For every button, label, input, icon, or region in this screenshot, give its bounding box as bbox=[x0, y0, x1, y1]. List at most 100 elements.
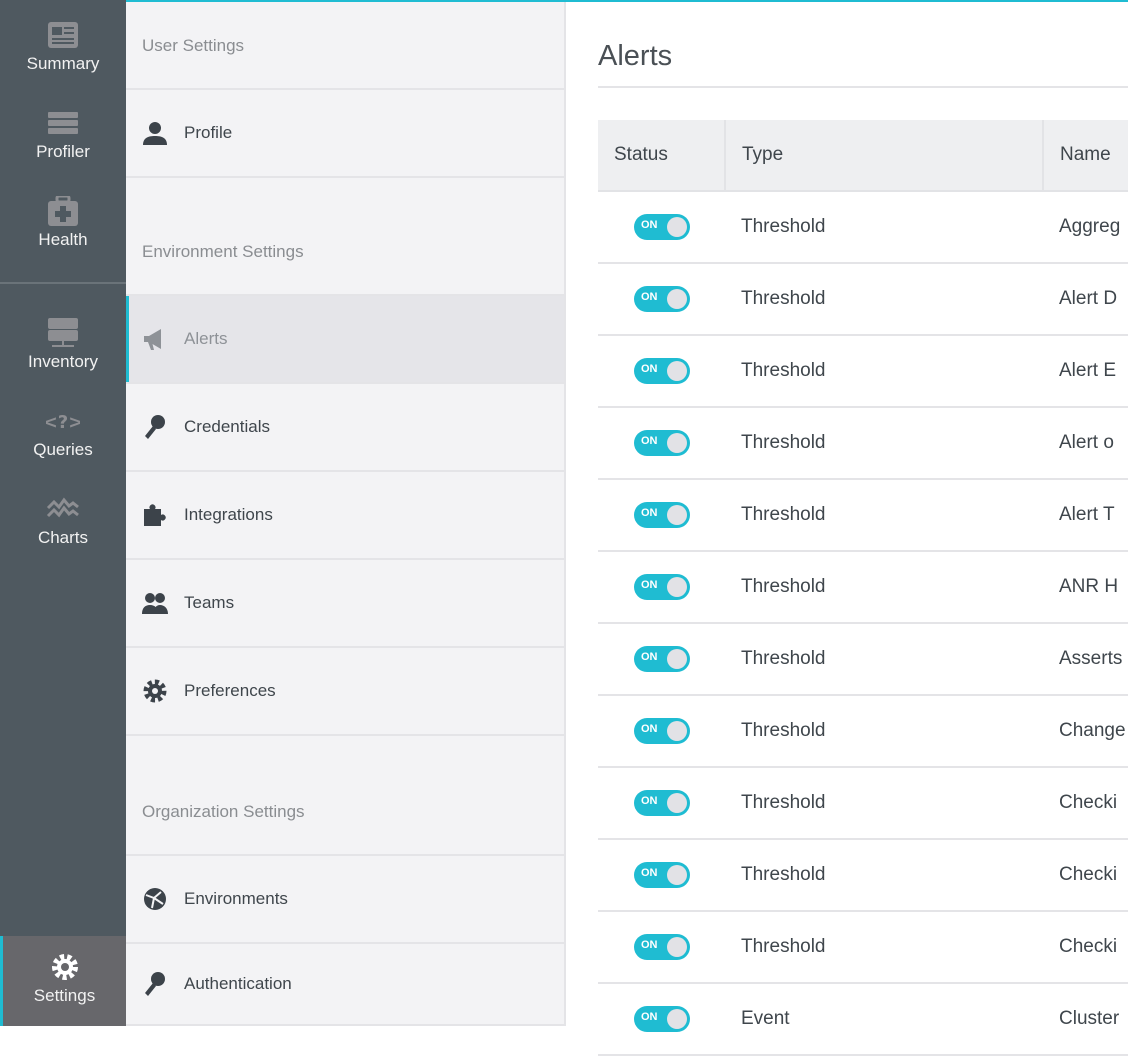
status-toggle[interactable]: ON bbox=[634, 646, 690, 672]
menu-item-environments[interactable]: Environments bbox=[126, 856, 564, 944]
menu-item-profile[interactable]: Profile bbox=[126, 90, 564, 178]
status-toggle[interactable]: ON bbox=[634, 430, 690, 456]
table-row[interactable]: ON Threshold Alert o bbox=[598, 407, 1128, 480]
status-toggle[interactable]: ON bbox=[634, 502, 690, 528]
menu-item-authentication[interactable]: Authentication bbox=[126, 944, 564, 1026]
name-cell[interactable]: Alert E bbox=[1043, 335, 1128, 408]
table-row[interactable]: ON Threshold Aggreg bbox=[598, 191, 1128, 264]
key-icon bbox=[145, 415, 165, 439]
menu-item-integrations[interactable]: Integrations bbox=[126, 472, 564, 560]
table-row[interactable]: ON Event Cluster bbox=[598, 983, 1128, 1056]
name-cell[interactable]: Aggreg bbox=[1043, 191, 1128, 264]
toggle-knob bbox=[667, 721, 687, 741]
gear-icon bbox=[143, 679, 167, 703]
status-toggle[interactable]: ON bbox=[634, 934, 690, 960]
name-cell[interactable]: Alert o bbox=[1043, 407, 1128, 480]
status-toggle[interactable]: ON bbox=[634, 214, 690, 240]
column-header-name[interactable]: Name bbox=[1043, 120, 1128, 192]
toggle-knob bbox=[667, 865, 687, 885]
type-cell: Threshold bbox=[725, 335, 1043, 408]
name-cell[interactable]: Checki bbox=[1043, 767, 1128, 840]
toggle-label: ON bbox=[641, 579, 658, 591]
toggle-label: ON bbox=[641, 507, 658, 519]
section-organization-settings: Organization Settings bbox=[126, 736, 564, 856]
menu-item-credentials[interactable]: Credentials bbox=[126, 384, 564, 472]
menu-label: Credentials bbox=[184, 417, 270, 436]
menu-label: Profile bbox=[184, 123, 233, 142]
toggle-label: ON bbox=[641, 795, 658, 807]
charts-icon bbox=[46, 497, 79, 518]
name-cell[interactable]: Alert D bbox=[1043, 263, 1128, 336]
toggle-knob bbox=[667, 289, 687, 309]
menu-label: Integrations bbox=[184, 505, 273, 524]
puzzle-icon bbox=[144, 504, 166, 526]
alerts-panel: Alerts Status Type Name ON Threshold Aggre… bbox=[566, 2, 1128, 1056]
table-row[interactable]: ON Threshold Checki bbox=[598, 839, 1128, 912]
nav-item-profiler[interactable]: Profiler bbox=[0, 88, 126, 176]
nav-item-charts[interactable]: Charts bbox=[0, 474, 126, 562]
status-toggle[interactable]: ON bbox=[634, 358, 690, 384]
menu-item-teams[interactable]: Teams bbox=[126, 560, 564, 648]
toggle-knob bbox=[667, 217, 687, 237]
toggle-knob bbox=[667, 793, 687, 813]
status-toggle[interactable]: ON bbox=[634, 862, 690, 888]
table-row[interactable]: ON Threshold Change bbox=[598, 695, 1128, 768]
nav-item-queries[interactable]: <?> Queries bbox=[0, 386, 126, 474]
name-cell[interactable]: Checki bbox=[1043, 839, 1128, 912]
health-icon bbox=[48, 196, 78, 226]
nav-item-inventory[interactable]: Inventory bbox=[0, 298, 126, 386]
name-cell[interactable]: Alert T bbox=[1043, 479, 1128, 552]
queries-icon: <?> bbox=[46, 412, 80, 433]
status-cell: ON bbox=[598, 263, 725, 336]
name-cell[interactable]: Cluster bbox=[1043, 983, 1128, 1056]
toggle-knob bbox=[667, 937, 687, 957]
main-nav: Summary Profiler Health Inventory <?> Que… bbox=[0, 0, 126, 1026]
status-toggle[interactable]: ON bbox=[634, 790, 690, 816]
inventory-icon bbox=[48, 318, 78, 347]
settings-menu: User Settings Profile Environment Settin… bbox=[126, 2, 566, 1026]
status-cell: ON bbox=[598, 191, 725, 264]
table-row[interactable]: ON Threshold Alert T bbox=[598, 479, 1128, 552]
type-cell: Threshold bbox=[725, 695, 1043, 768]
status-cell: ON bbox=[598, 767, 725, 840]
gear-icon bbox=[51, 954, 78, 980]
type-cell: Threshold bbox=[725, 767, 1043, 840]
nav-item-health[interactable]: Health bbox=[0, 176, 126, 264]
status-toggle[interactable]: ON bbox=[634, 718, 690, 744]
globe-icon bbox=[144, 888, 166, 910]
table-row[interactable]: ON Threshold Alert E bbox=[598, 335, 1128, 408]
status-cell: ON bbox=[598, 911, 725, 984]
nav-label: Health bbox=[38, 230, 88, 249]
status-toggle[interactable]: ON bbox=[634, 574, 690, 600]
name-cell[interactable]: Change bbox=[1043, 695, 1128, 768]
table-row[interactable]: ON Threshold Asserts bbox=[598, 623, 1128, 696]
user-icon bbox=[143, 122, 167, 145]
status-cell: ON bbox=[598, 695, 725, 768]
table-row[interactable]: ON Threshold ANR H bbox=[598, 551, 1128, 624]
column-header-status[interactable]: Status bbox=[598, 120, 726, 192]
nav-item-summary[interactable]: Summary bbox=[0, 0, 126, 88]
alerts-table: Status Type Name ON Threshold Aggreg ON Thre… bbox=[598, 120, 1128, 1056]
nav-label: Profiler bbox=[36, 142, 90, 161]
status-toggle[interactable]: ON bbox=[634, 1006, 690, 1032]
column-header-type[interactable]: Type bbox=[725, 120, 1044, 192]
menu-item-preferences[interactable]: Preferences bbox=[126, 648, 564, 736]
status-cell: ON bbox=[598, 335, 725, 408]
status-cell: ON bbox=[598, 983, 725, 1056]
page-title: Alerts bbox=[598, 40, 673, 72]
type-cell: Event bbox=[725, 983, 1043, 1056]
menu-item-alerts[interactable]: Alerts bbox=[126, 296, 564, 384]
table-row[interactable]: ON Threshold Alert D bbox=[598, 263, 1128, 336]
nav-label: Charts bbox=[37, 528, 89, 547]
nav-item-settings[interactable]: Settings bbox=[0, 936, 126, 1026]
table-row[interactable]: ON Threshold Checki bbox=[598, 767, 1128, 840]
table-row[interactable]: ON Threshold Checki bbox=[598, 911, 1128, 984]
name-cell[interactable]: Asserts bbox=[1043, 623, 1128, 696]
menu-label: Authentication bbox=[184, 974, 292, 993]
menu-label: Environments bbox=[184, 889, 288, 908]
name-cell[interactable]: ANR H bbox=[1043, 551, 1128, 624]
toggle-label: ON bbox=[641, 363, 658, 375]
type-cell: Threshold bbox=[725, 479, 1043, 552]
status-toggle[interactable]: ON bbox=[634, 286, 690, 312]
name-cell[interactable]: Checki bbox=[1043, 911, 1128, 984]
